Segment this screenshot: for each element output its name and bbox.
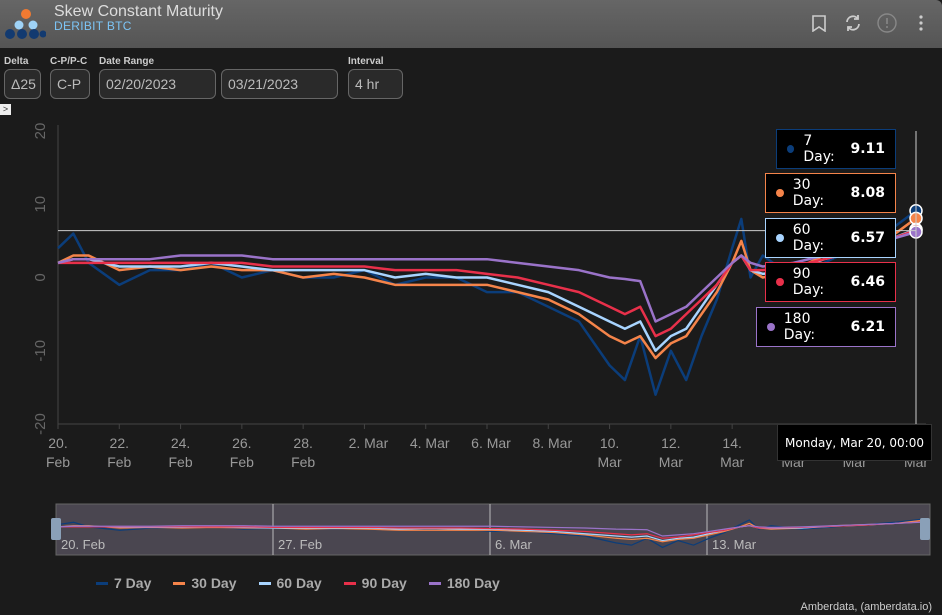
tooltip-value: 9.11 <box>850 141 885 157</box>
x-tick-label: 28. <box>293 435 312 451</box>
tooltip-label: 7 Day: <box>803 133 835 165</box>
navigator-date-label: 27. Feb <box>278 537 322 552</box>
tooltip-7-day: 7 Day: 9.11 <box>776 129 896 169</box>
y-tick-label: 10 <box>32 196 49 213</box>
x-tick-label: 26. <box>232 435 251 451</box>
y-tick-label: 20 <box>32 123 49 140</box>
navigator-date-label: 13. Mar <box>712 537 757 552</box>
x-tick-label: 8. Mar <box>532 435 572 451</box>
legend-item-180-day[interactable]: 180 Day <box>428 575 500 591</box>
tooltip-60-day: 60 Day: 6.57 <box>765 218 896 258</box>
legend-item-7-day[interactable]: 7 Day <box>96 575 151 591</box>
legend-item-30-day[interactable]: 30 Day <box>173 575 237 591</box>
x-tick-label: 24. <box>171 435 190 451</box>
y-tick-label: -10 <box>32 340 49 362</box>
series-dot-icon <box>776 189 784 197</box>
x-tick-label: 10. <box>600 435 619 451</box>
x-tick-label: Feb <box>169 454 193 470</box>
x-tick-label: 4. Mar <box>410 435 450 451</box>
series-dot-icon <box>776 278 784 286</box>
x-tick-label: 6. Mar <box>471 435 511 451</box>
tooltip-value: 6.57 <box>850 230 885 246</box>
navigator-left-handle[interactable] <box>51 518 61 540</box>
legend-label: 30 Day <box>191 575 237 591</box>
x-tick-label: 14. <box>722 435 741 451</box>
tooltip-180-day: 180 Day: 6.21 <box>756 307 896 347</box>
tooltip-value: 6.21 <box>850 319 885 335</box>
series-dot-icon <box>776 234 784 242</box>
navigator[interactable]: 20. Feb 27. Feb 6. Mar 13. Mar <box>0 495 942 565</box>
tooltip-90-day: 90 Day: 6.46 <box>765 262 896 302</box>
legend-label: 7 Day <box>114 575 152 591</box>
tooltip-value: 8.08 <box>850 185 885 201</box>
tooltip-30-day: 30 Day: 8.08 <box>765 173 896 213</box>
legend-label: 60 Day <box>276 575 322 591</box>
series-dot-icon <box>787 145 795 153</box>
x-tick-label: 22. <box>110 435 129 451</box>
tooltip-label: 60 Day: <box>792 222 825 254</box>
tooltip-label: 180 Day: <box>783 311 816 343</box>
tooltip-date: Monday, Mar 20, 00:00 <box>777 424 932 461</box>
x-tick-label: Feb <box>107 454 131 470</box>
legend-swatch-icon <box>343 581 356 585</box>
y-tick-label: 0 <box>32 273 49 281</box>
x-tick-label: 20. <box>48 435 67 451</box>
x-tick-label: 12. <box>661 435 680 451</box>
legend-swatch-icon <box>428 581 441 585</box>
x-tick-label: Feb <box>230 454 254 470</box>
credit-text: Amberdata, (amberdata.io) <box>800 601 932 613</box>
y-tick-label: -20 <box>32 413 49 435</box>
navigator-right-handle[interactable] <box>920 518 930 540</box>
legend-item-60-day[interactable]: 60 Day <box>258 575 322 591</box>
legend-swatch-icon <box>96 581 108 585</box>
legend-item-90-day[interactable]: 90 Day <box>343 575 407 591</box>
x-tick-label: 2. Mar <box>349 435 389 451</box>
navigator-date-label: 6. Mar <box>495 537 533 552</box>
x-tick-label: Mar <box>598 454 622 470</box>
tooltip-value: 6.46 <box>850 274 885 290</box>
tooltip-label: 30 Day: <box>792 177 825 209</box>
legend-swatch-icon <box>173 581 186 585</box>
tooltip-label: 90 Day: <box>792 266 825 298</box>
legend-swatch-icon <box>258 581 271 585</box>
x-tick-label: Mar <box>659 454 683 470</box>
legend-label: 90 Day <box>361 575 407 591</box>
series-dot-icon <box>767 323 775 331</box>
chart-legend: 7 Day 30 Day 60 Day 90 Day 180 Day <box>96 575 500 591</box>
navigator-date-label: 20. Feb <box>61 537 105 552</box>
x-tick-label: Feb <box>46 454 70 470</box>
legend-label: 180 Day <box>446 575 500 591</box>
x-tick-label: Feb <box>291 454 315 470</box>
x-tick-label: Mar <box>720 454 744 470</box>
